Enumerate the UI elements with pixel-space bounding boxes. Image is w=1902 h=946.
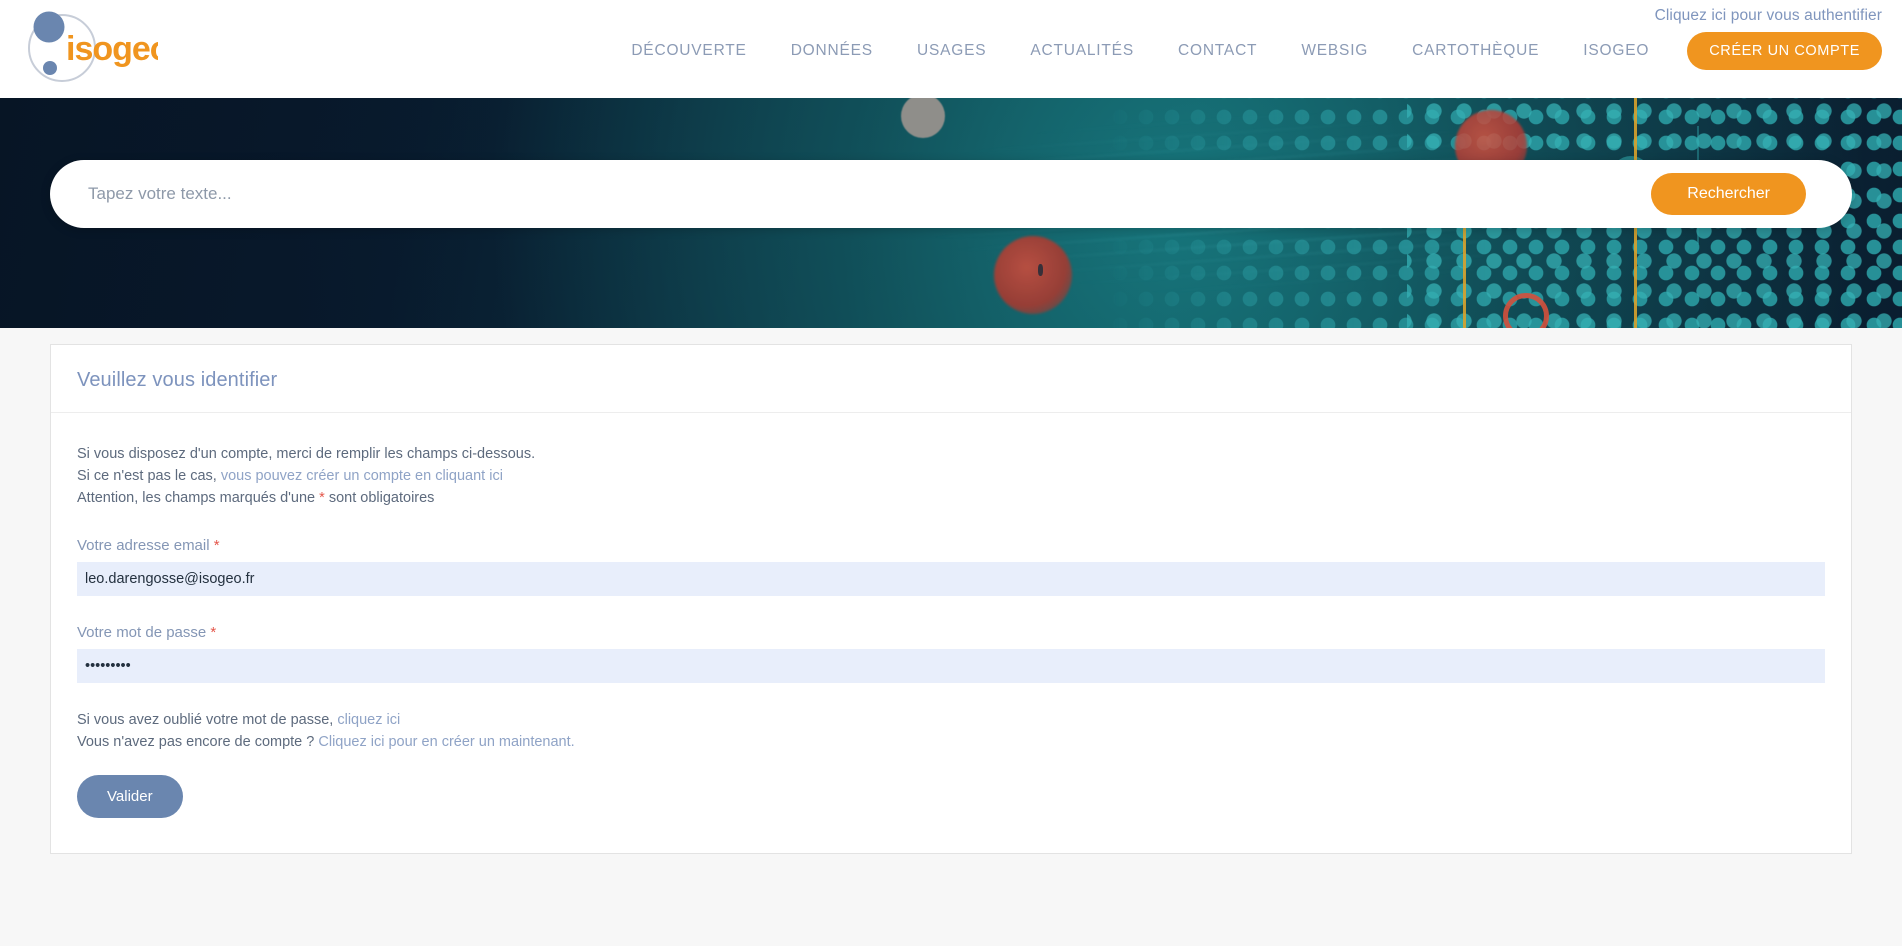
email-required-icon: *: [213, 537, 220, 554]
page-content: Veuillez vous identifier Si vous dispose…: [0, 328, 1902, 946]
intro-line-3: Attention, les champs marqués d'une * so…: [77, 487, 1825, 509]
login-card-header: Veuillez vous identifier: [51, 345, 1851, 413]
forgot-password-prefix: Si vous avez oublié votre mot de passe,: [77, 712, 338, 728]
hero-banner: Rechercher +: [0, 98, 1902, 328]
password-required-icon: *: [210, 624, 217, 641]
decorative-yellow-line-a: [1463, 220, 1466, 328]
password-label-text: Votre mot de passe: [77, 624, 207, 641]
search-button[interactable]: Rechercher: [1651, 173, 1806, 215]
search-bar: Rechercher +: [50, 160, 1852, 228]
nav-item-isogeo[interactable]: ISOGEO: [1561, 42, 1671, 60]
nav-item-donnees[interactable]: DONNÉES: [769, 42, 895, 60]
isogeo-logo[interactable]: isogeo: [18, 8, 158, 86]
nav-item-contact[interactable]: CONTACT: [1156, 42, 1279, 60]
forgot-password-link[interactable]: cliquez ici: [337, 712, 400, 728]
intro-line-3-suffix: sont obligatoires: [324, 490, 435, 506]
logo-icon: isogeo: [28, 11, 158, 82]
nav-item-websig[interactable]: WEBSIG: [1279, 42, 1390, 60]
advanced-search-toggle-icon[interactable]: +: [1804, 183, 1838, 205]
intro-line-1-text: Si vous disposez d'un compte, merci de r…: [77, 446, 536, 462]
password-field[interactable]: [77, 649, 1825, 683]
intro-line-2: Si ce n'est pas le cas, vous pouvez crée…: [77, 465, 1825, 487]
validate-button[interactable]: Valider: [77, 775, 183, 818]
decorative-dark-dot: [1038, 264, 1043, 276]
email-label-text: Votre adresse email: [77, 537, 210, 554]
authenticate-link[interactable]: Cliquez ici pour vous authentifier: [1655, 7, 1882, 25]
create-account-button[interactable]: CRÉER UN COMPTE: [1687, 32, 1882, 70]
nav-item-actualites[interactable]: ACTUALITÉS: [1008, 42, 1156, 60]
page-title: Veuillez vous identifier: [77, 369, 278, 391]
password-field-label: Votre mot de passe *: [77, 624, 1825, 641]
svg-text:isogeo: isogeo: [66, 30, 158, 68]
login-helper-links: Si vous avez oublié votre mot de passe, …: [77, 709, 1825, 753]
intro-line-1: Si vous disposez d'un compte, merci de r…: [77, 443, 1825, 465]
login-card: Veuillez vous identifier Si vous dispose…: [50, 344, 1852, 854]
signup-line: Vous n'avez pas encore de compte ? Cliqu…: [77, 731, 1825, 753]
nav-item-usages[interactable]: USAGES: [895, 42, 1008, 60]
signup-prefix: Vous n'avez pas encore de compte ?: [77, 734, 319, 750]
nav-item-cartotheque[interactable]: CARTOTHÈQUE: [1390, 42, 1561, 60]
email-field[interactable]: [77, 562, 1825, 596]
signup-link[interactable]: Cliquez ici pour en créer un maintenant.: [318, 734, 574, 750]
create-account-inline-link[interactable]: vous pouvez créer un compte en cliquant …: [221, 468, 503, 484]
forgot-password-line: Si vous avez oublié votre mot de passe, …: [77, 709, 1825, 731]
search-input[interactable]: [86, 160, 1652, 228]
email-field-label: Votre adresse email *: [77, 537, 1825, 554]
site-header: isogeo Cliquez ici pour vous authentifie…: [0, 0, 1902, 98]
login-card-body: Si vous disposez d'un compte, merci de r…: [51, 413, 1851, 852]
decorative-red-circle-bottom: [994, 236, 1072, 314]
nav-item-decouverte[interactable]: DÉCOUVERTE: [609, 42, 768, 60]
intro-line-2-prefix: Si ce n'est pas le cas,: [77, 468, 221, 484]
intro-line-3-prefix: Attention, les champs marqués d'une: [77, 490, 320, 506]
main-navigation: DÉCOUVERTE DONNÉES USAGES ACTUALITÉS CON…: [609, 32, 1882, 70]
login-intro-text: Si vous disposez d'un compte, merci de r…: [77, 443, 1825, 509]
